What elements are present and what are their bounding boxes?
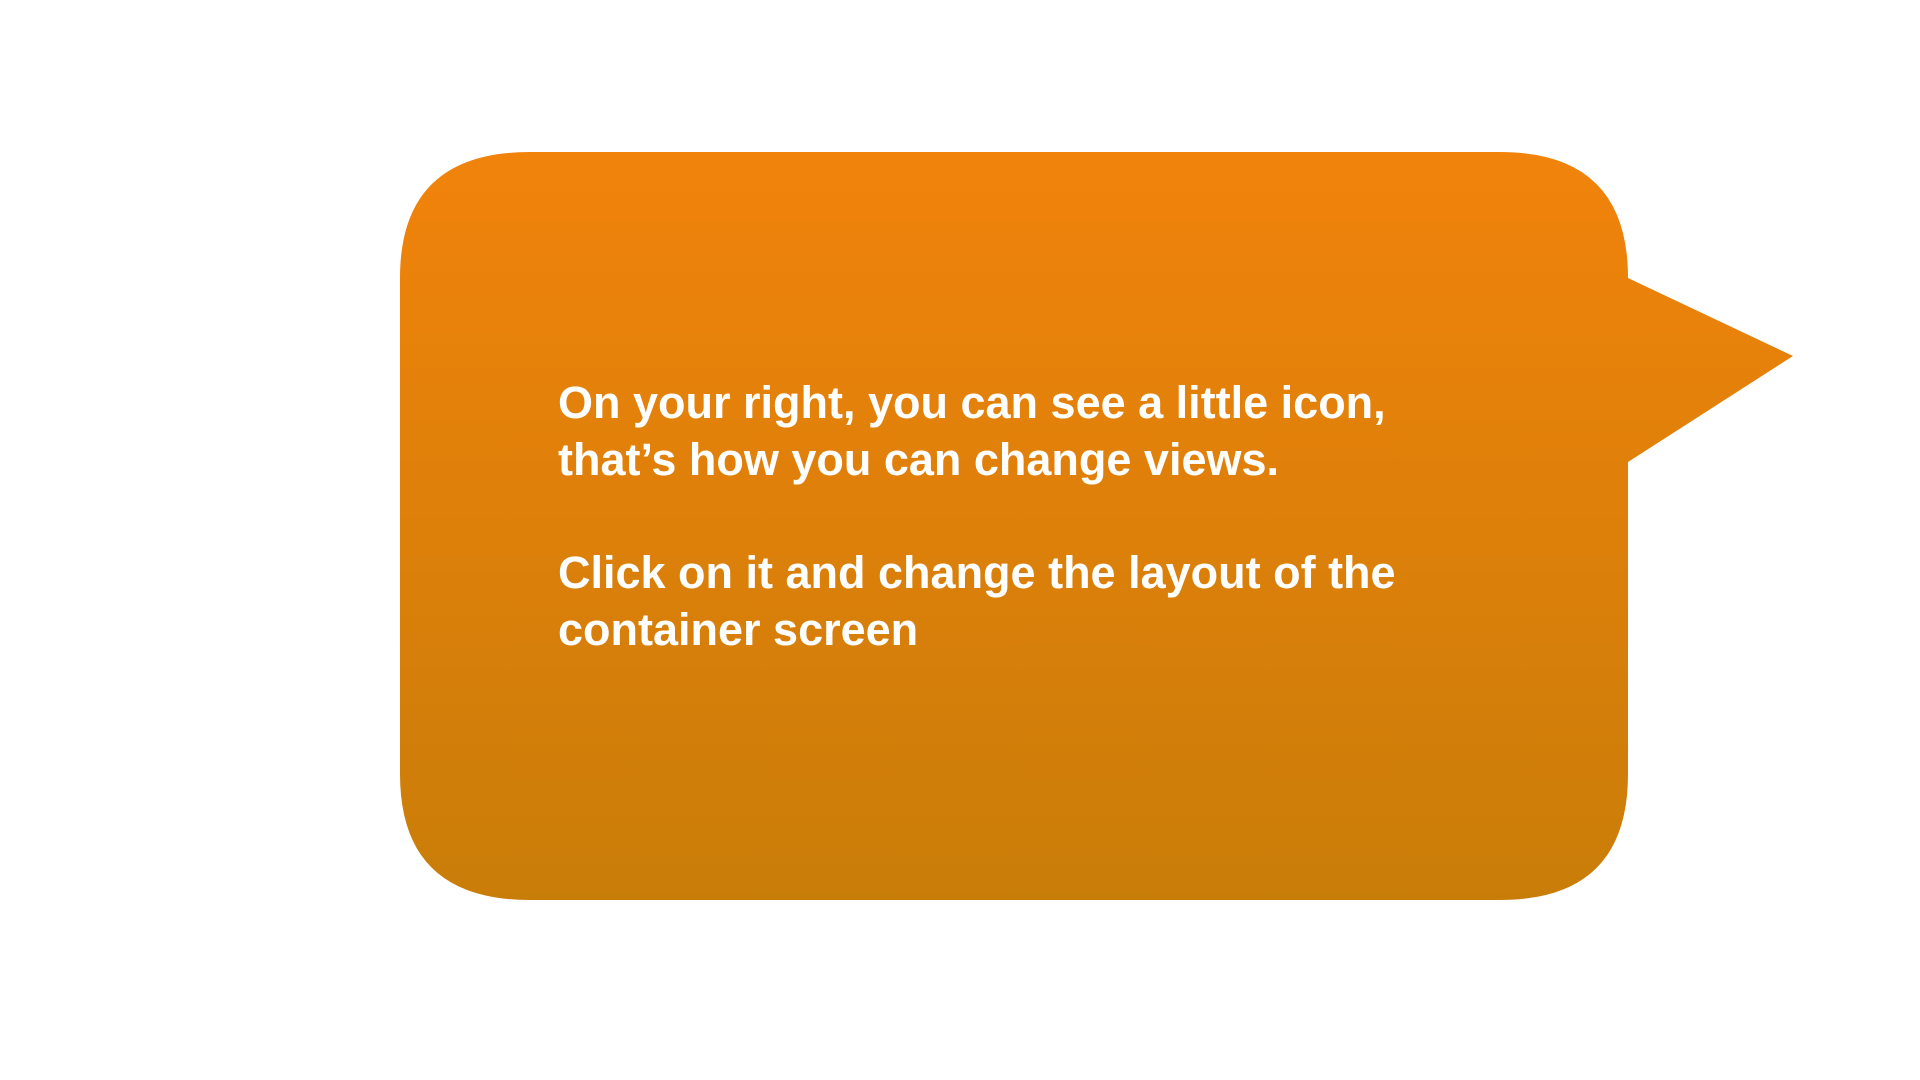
tooltip-message: On your right, you can see a little icon… — [558, 374, 1558, 658]
tooltip-line-icon-hint: On your right, you can see a little icon… — [558, 377, 1386, 485]
tutorial-screen: On your right, you can see a little icon… — [0, 0, 1920, 1080]
tooltip-line-click-instruction: Click on it and change the layout of the… — [558, 547, 1396, 655]
